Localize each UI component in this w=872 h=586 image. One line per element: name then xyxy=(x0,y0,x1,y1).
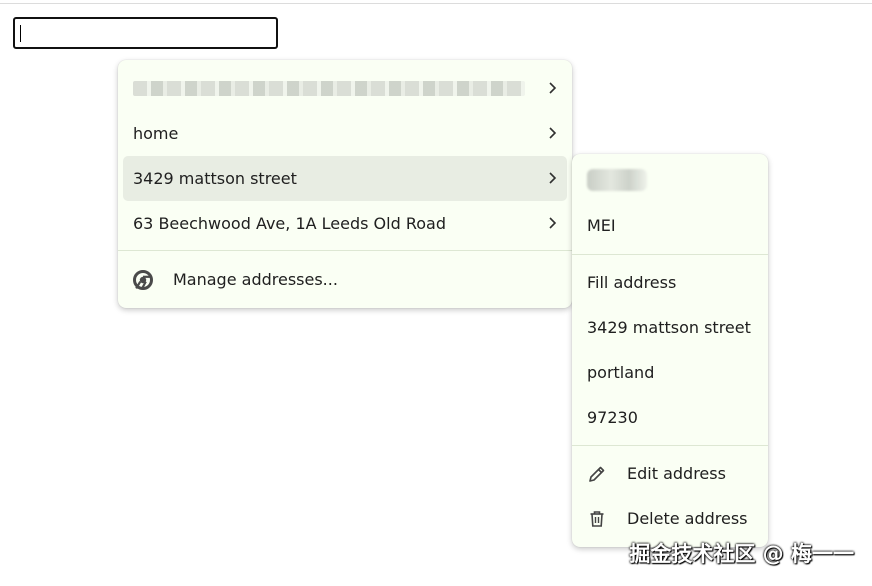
chevron-right-icon xyxy=(549,172,557,184)
delete-address-label: Delete address xyxy=(627,509,748,528)
page-top-border xyxy=(0,3,872,4)
address-suggestions-menu: home 3429 mattson street 63 Beechwood Av… xyxy=(118,60,572,308)
chevron-right-icon xyxy=(549,217,557,229)
submenu-name-redacted xyxy=(587,157,647,202)
chevron-right-icon xyxy=(549,82,557,94)
suggestion-label: home xyxy=(133,124,179,143)
submenu-name-item[interactable]: MEI xyxy=(587,203,616,248)
fill-address-label: Fill address xyxy=(587,273,677,292)
manage-addresses-label: Manage addresses... xyxy=(173,270,338,289)
suggestion-label: 3429 mattson street xyxy=(133,169,297,188)
redacted-name-text xyxy=(587,168,647,191)
suggestion-item-beechwood[interactable]: 63 Beechwood Ave, 1A Leeds Old Road xyxy=(118,201,572,246)
zip-item[interactable]: 97230 xyxy=(587,395,638,440)
street-item[interactable]: 3429 mattson street xyxy=(587,305,751,350)
edit-address-label: Edit address xyxy=(627,464,726,483)
watermark: 掘金技术社区 @ 梅一一 xyxy=(629,542,854,566)
chevron-right-icon xyxy=(549,127,557,139)
edit-address-item[interactable]: Edit address xyxy=(587,451,726,496)
suggestion-item-redacted[interactable] xyxy=(118,66,572,111)
menu-separator xyxy=(118,250,572,251)
submenu-name-label: MEI xyxy=(587,216,616,235)
delete-address-item[interactable]: Delete address xyxy=(587,496,748,541)
text-caret xyxy=(20,25,21,42)
zip-label: 97230 xyxy=(587,408,638,427)
pencil-icon xyxy=(589,466,605,482)
suggestion-item-mattson[interactable]: 3429 mattson street xyxy=(123,156,567,201)
submenu-separator xyxy=(572,254,768,255)
redacted-address-text xyxy=(133,81,525,96)
submenu-separator xyxy=(572,445,768,446)
chrome-icon xyxy=(133,269,153,290)
city-item[interactable]: portland xyxy=(587,350,654,395)
suggestion-label: 63 Beechwood Ave, 1A Leeds Old Road xyxy=(133,214,446,233)
street-label: 3429 mattson street xyxy=(587,318,751,337)
address-input[interactable] xyxy=(13,17,278,49)
trash-icon xyxy=(590,510,604,527)
fill-address-item[interactable]: Fill address xyxy=(587,260,676,305)
suggestion-item-home[interactable]: home xyxy=(118,111,572,156)
city-label: portland xyxy=(587,363,655,382)
address-details-submenu: MEI Fill address 3429 mattson street por… xyxy=(572,154,768,547)
manage-addresses-item[interactable]: Manage addresses... xyxy=(133,257,338,302)
